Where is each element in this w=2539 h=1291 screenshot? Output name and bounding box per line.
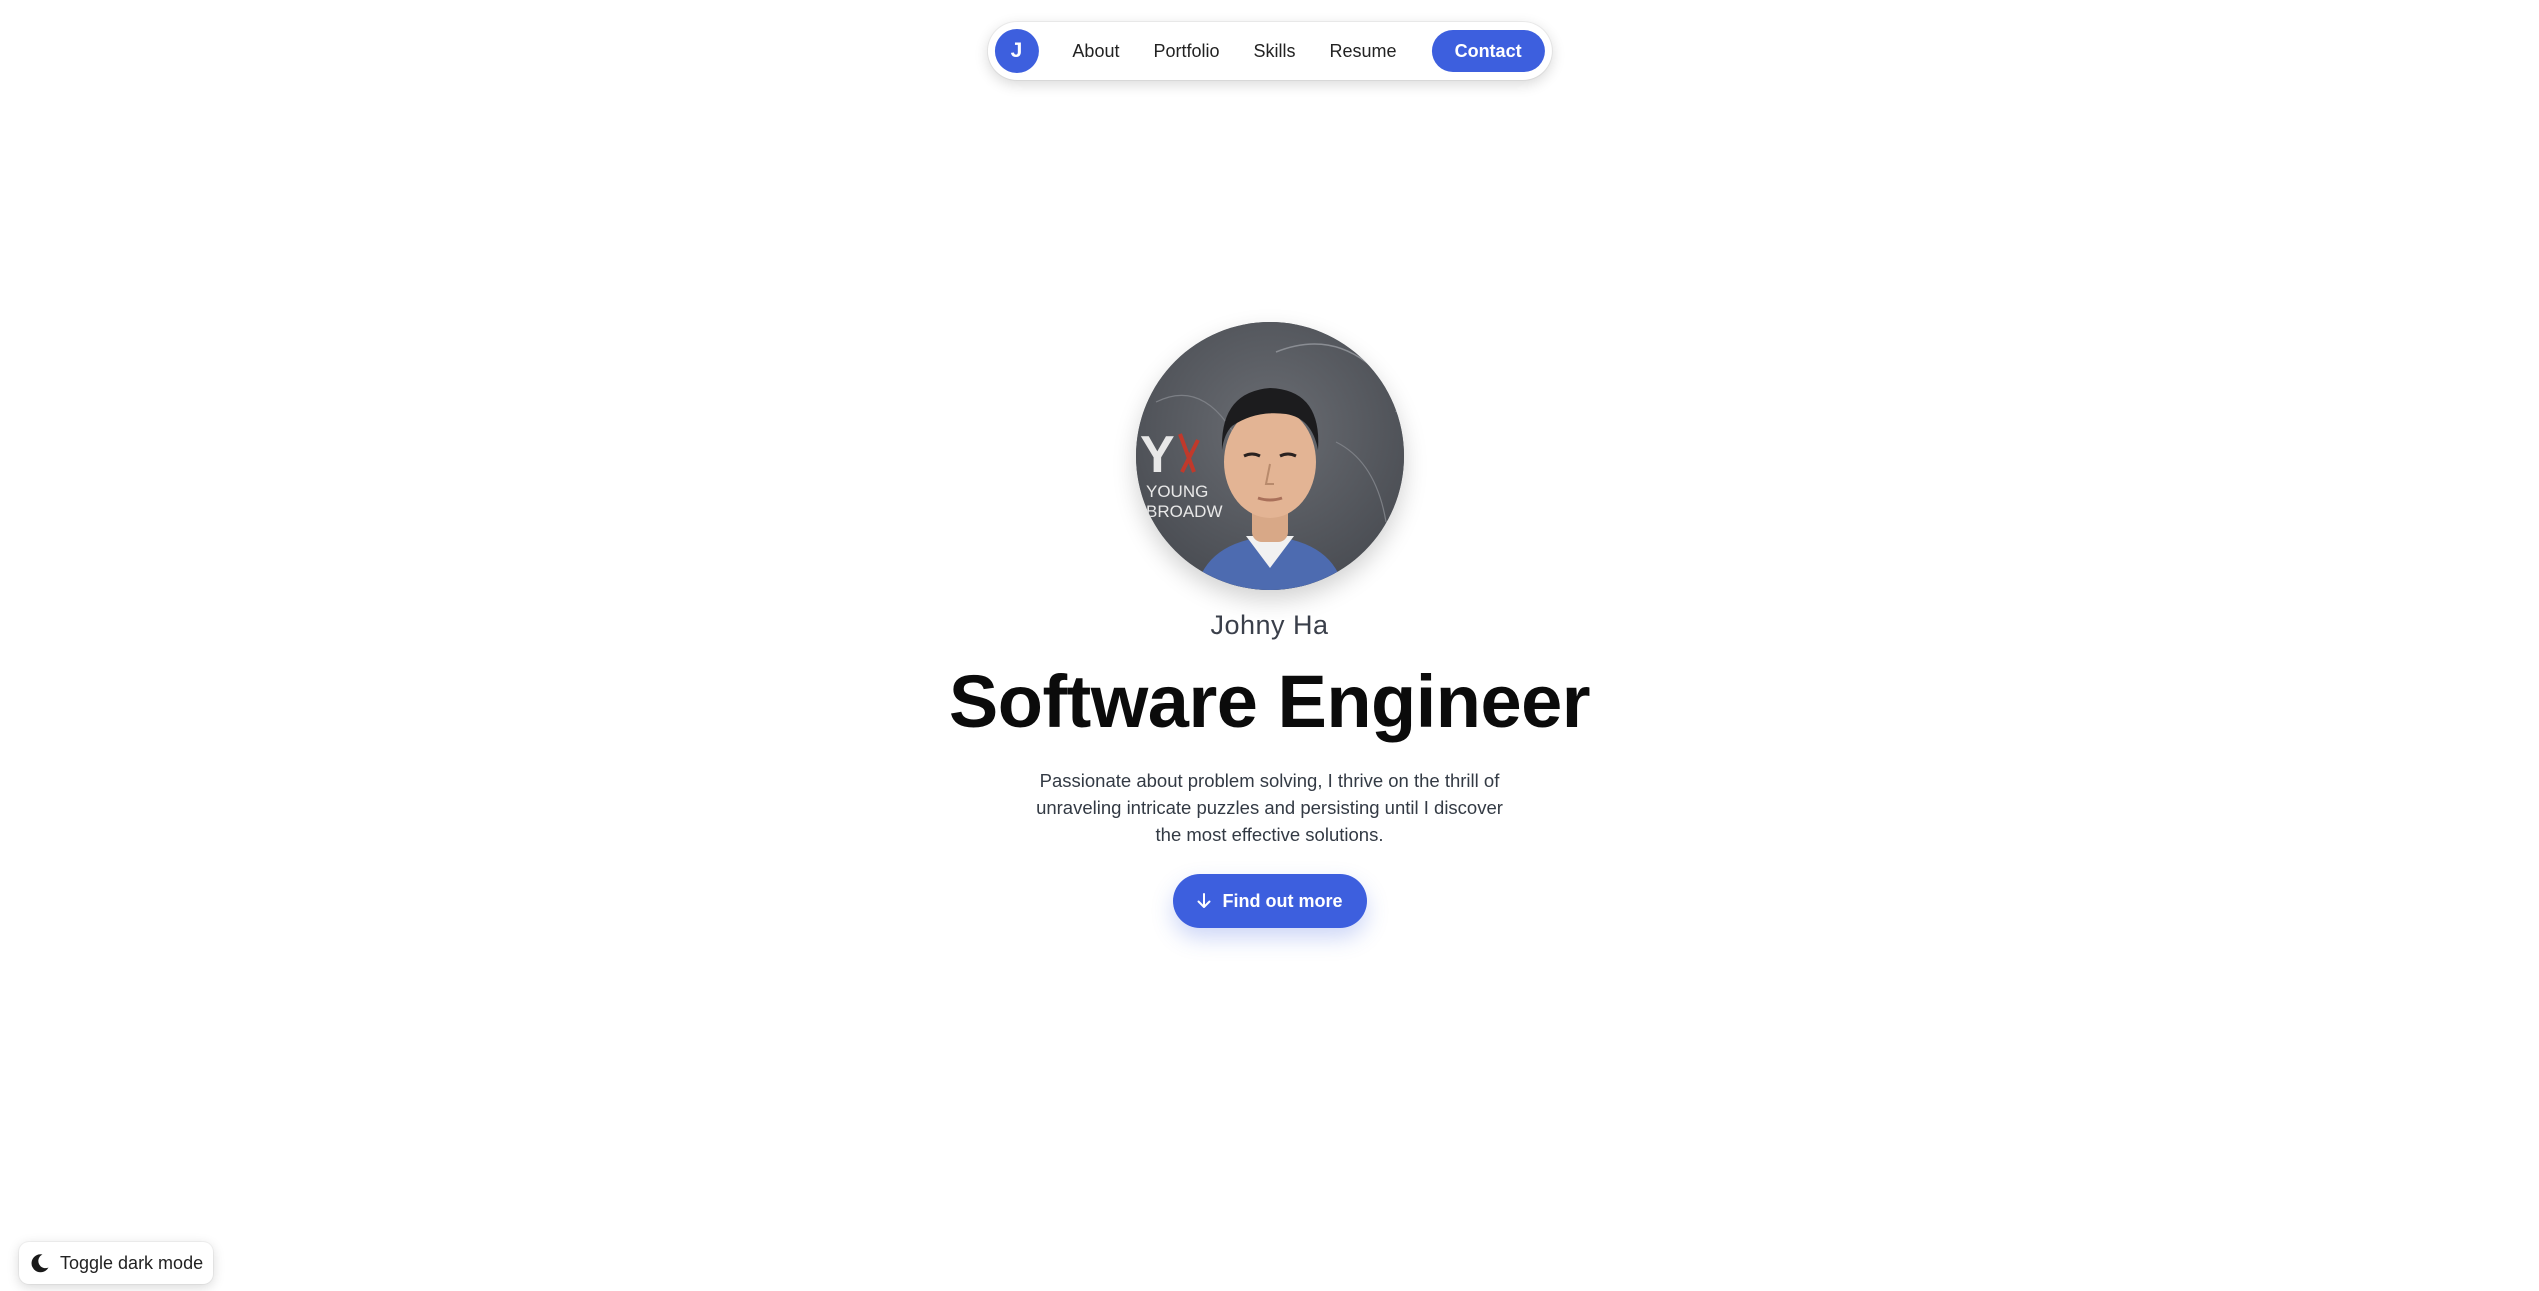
bio-line: unraveling intricate puzzles and persist… [1036, 797, 1503, 818]
arrow-down-icon [1195, 892, 1213, 910]
nav-link-resume[interactable]: Resume [1313, 22, 1414, 80]
profile-photo: Y YOUNG BROADW [1135, 322, 1404, 590]
moon-icon [29, 1252, 51, 1274]
logo-avatar[interactable]: J [994, 29, 1039, 73]
backdrop-text-1: YOUNG [1146, 482, 1208, 501]
find-out-more-label: Find out more [1222, 890, 1343, 911]
nav-link-about[interactable]: About [1055, 22, 1136, 80]
page-title: Software Engineer [948, 660, 1591, 743]
nav-link-portfolio[interactable]: Portfolio [1136, 22, 1236, 80]
bio-text: Passionate about problem solving, I thri… [1020, 767, 1520, 848]
dark-mode-toggle-label: Toggle dark mode [60, 1252, 204, 1273]
svg-text:Y: Y [1140, 426, 1175, 484]
hero-section: Y YOUNG BROADW Johny Ha Software Enginee… [0, 322, 2539, 928]
nav-link-skills[interactable]: Skills [1237, 22, 1313, 80]
profile-avatar: Y YOUNG BROADW [1135, 322, 1404, 590]
dark-mode-toggle[interactable]: Toggle dark mode [19, 1242, 214, 1284]
contact-button[interactable]: Contact [1431, 30, 1545, 72]
person-name: Johny Ha [1210, 610, 1329, 640]
bio-line: the most effective solutions. [1155, 824, 1384, 845]
bio-line: Passionate about problem solving, I thri… [1039, 770, 1500, 791]
backdrop-text-2: BROADW [1146, 502, 1223, 521]
find-out-more-button[interactable]: Find out more [1172, 874, 1367, 928]
top-nav: J About Portfolio Skills Resume Contact [987, 22, 1552, 80]
